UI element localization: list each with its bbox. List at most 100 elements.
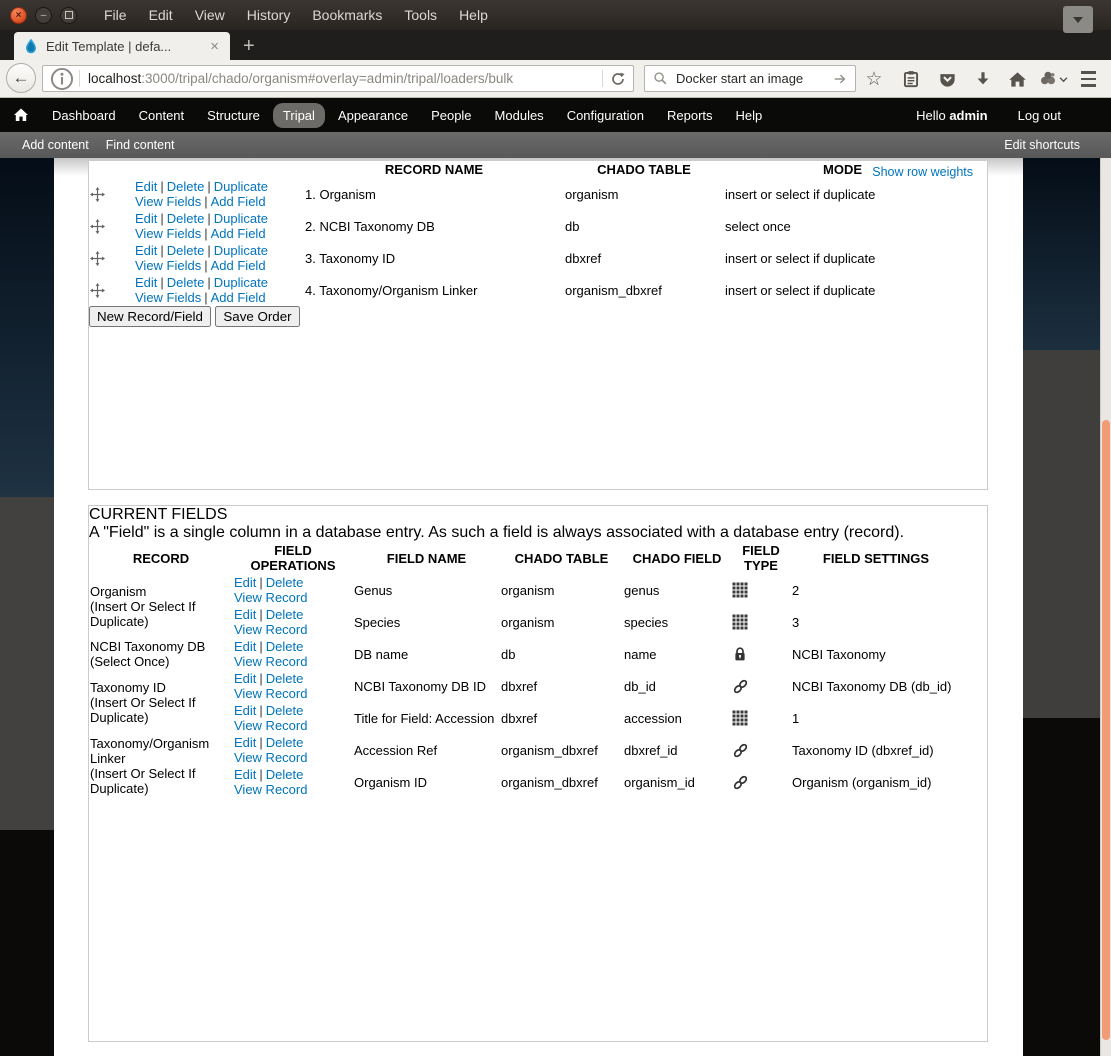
add-field-link[interactable]: Add Field — [211, 194, 266, 209]
search-bar[interactable] — [644, 65, 856, 92]
save-order-button[interactable]: Save Order — [215, 306, 300, 327]
bookmarks-menu-icon[interactable] — [899, 67, 923, 91]
edit-link[interactable]: Edit — [234, 575, 256, 590]
view-record-link[interactable]: View Record — [234, 718, 307, 733]
delete-link[interactable]: Delete — [266, 767, 304, 782]
pocket-icon[interactable] — [935, 67, 959, 91]
duplicate-link[interactable]: Duplicate — [214, 211, 268, 226]
drag-handle-icon[interactable] — [90, 219, 105, 234]
edit-link[interactable]: Edit — [234, 639, 256, 654]
admin-item-configuration[interactable]: Configuration — [557, 103, 654, 128]
admin-item-reports[interactable]: Reports — [657, 103, 723, 128]
admin-home-icon[interactable] — [13, 107, 29, 123]
field-row: Taxonomy ID (Insert Or Select If Duplica… — [89, 670, 961, 725]
menu-tools[interactable]: Tools — [393, 7, 448, 23]
back-icon: ← — [12, 68, 30, 87]
add-field-link[interactable]: Add Field — [211, 290, 266, 305]
shortcut-find-content[interactable]: Find content — [106, 138, 175, 152]
admin-item-appearance[interactable]: Appearance — [328, 103, 418, 128]
record-cell: NCBI Taxonomy DB (Select Once) — [89, 638, 233, 670]
search-go-icon[interactable] — [833, 72, 847, 86]
view-record-link[interactable]: View Record — [234, 654, 307, 669]
chado-table: organism_dbxref — [501, 742, 598, 758]
admin-item-content[interactable]: Content — [129, 103, 195, 128]
new-tab-button[interactable]: + — [230, 32, 268, 60]
admin-item-help[interactable]: Help — [726, 103, 773, 128]
menu-file[interactable]: File — [93, 7, 138, 23]
view-fields-link[interactable]: View Fields — [135, 194, 201, 209]
view-record-link[interactable]: View Record — [234, 782, 307, 797]
back-button[interactable]: ← — [6, 63, 36, 93]
edit-shortcuts-link[interactable]: Edit shortcuts — [1004, 138, 1080, 152]
search-input[interactable] — [674, 70, 825, 87]
menu-hamburger-icon[interactable] — [1076, 67, 1100, 91]
drag-handle-icon[interactable] — [90, 283, 105, 298]
view-record-link[interactable]: View Record — [234, 750, 307, 765]
admin-item-tripal[interactable]: Tripal — [272, 102, 325, 128]
edit-link[interactable]: Edit — [234, 671, 256, 686]
menu-history[interactable]: History — [236, 7, 302, 23]
toolbar-toggle-button[interactable] — [1063, 6, 1093, 33]
delete-link[interactable]: Delete — [266, 735, 304, 750]
edit-link[interactable]: Edit — [135, 179, 157, 194]
duplicate-link[interactable]: Duplicate — [214, 275, 268, 290]
menu-help[interactable]: Help — [448, 7, 499, 23]
add-field-link[interactable]: Add Field — [211, 258, 266, 273]
edit-link[interactable]: Edit — [234, 767, 256, 782]
drag-handle-icon[interactable] — [90, 251, 105, 266]
add-field-link[interactable]: Add Field — [211, 226, 266, 241]
edit-link[interactable]: Edit — [234, 735, 256, 750]
current-fields-legend[interactable]: CURRENT FIELDS — [89, 506, 987, 524]
menu-edit[interactable]: Edit — [138, 7, 184, 23]
new-record-field-button[interactable]: New Record/Field — [89, 306, 211, 327]
edit-link[interactable]: Edit — [135, 275, 157, 290]
delete-link[interactable]: Delete — [167, 243, 205, 258]
view-fields-link[interactable]: View Fields — [135, 226, 201, 241]
view-fields-link[interactable]: View Fields — [135, 290, 201, 305]
edit-link[interactable]: Edit — [135, 243, 157, 258]
edit-link[interactable]: Edit — [234, 607, 256, 622]
chevron-down-icon[interactable] — [1056, 67, 1070, 91]
logout-link[interactable]: Log out — [1018, 108, 1061, 123]
reload-icon[interactable] — [610, 71, 626, 87]
tab-close-icon[interactable]: × — [208, 39, 221, 54]
tab-edit-template[interactable]: Edit Template | defa... × — [14, 32, 230, 60]
scrollbar-thumb[interactable] — [1102, 420, 1110, 1040]
edit-link[interactable]: Edit — [135, 211, 157, 226]
menu-bookmarks[interactable]: Bookmarks — [301, 7, 393, 23]
url-domain: localhost — [88, 71, 142, 86]
admin-item-dashboard[interactable]: Dashboard — [42, 103, 126, 128]
view-record-link[interactable]: View Record — [234, 622, 307, 637]
view-fields-link[interactable]: View Fields — [135, 258, 201, 273]
drag-handle-icon[interactable] — [90, 187, 105, 202]
window-maximize-icon[interactable] — [60, 6, 77, 24]
info-icon[interactable] — [50, 67, 74, 91]
edit-link[interactable]: Edit — [234, 703, 256, 718]
delete-link[interactable]: Delete — [167, 211, 205, 226]
home-icon[interactable] — [1005, 67, 1029, 91]
delete-link[interactable]: Delete — [266, 575, 304, 590]
delete-link[interactable]: Delete — [167, 179, 205, 194]
view-record-link[interactable]: View Record — [234, 590, 307, 605]
delete-link[interactable]: Delete — [266, 607, 304, 622]
bookmark-star-icon[interactable]: ☆ — [862, 67, 886, 91]
shortcut-add-content[interactable]: Add content — [22, 138, 89, 152]
search-icon — [654, 72, 667, 85]
show-row-weights-link[interactable]: Show row weights — [872, 165, 973, 179]
delete-link[interactable]: Delete — [266, 671, 304, 686]
view-record-link[interactable]: View Record — [234, 686, 307, 701]
download-icon[interactable] — [971, 67, 995, 91]
admin-item-people[interactable]: People — [421, 103, 481, 128]
duplicate-link[interactable]: Duplicate — [214, 243, 268, 258]
admin-item-modules[interactable]: Modules — [485, 103, 554, 128]
duplicate-link[interactable]: Duplicate — [214, 179, 268, 194]
delete-link[interactable]: Delete — [266, 703, 304, 718]
url-bar[interactable]: localhost:3000/tripal/chado/organism#ove… — [42, 65, 634, 92]
delete-link[interactable]: Delete — [266, 639, 304, 654]
delete-link[interactable]: Delete — [167, 275, 205, 290]
menu-view[interactable]: View — [184, 7, 236, 23]
window-minimize-icon[interactable]: – — [35, 6, 52, 24]
window-close-icon[interactable]: × — [10, 6, 27, 24]
admin-item-structure[interactable]: Structure — [197, 103, 270, 128]
record-name: 2. NCBI Taxonomy DB — [305, 218, 435, 234]
